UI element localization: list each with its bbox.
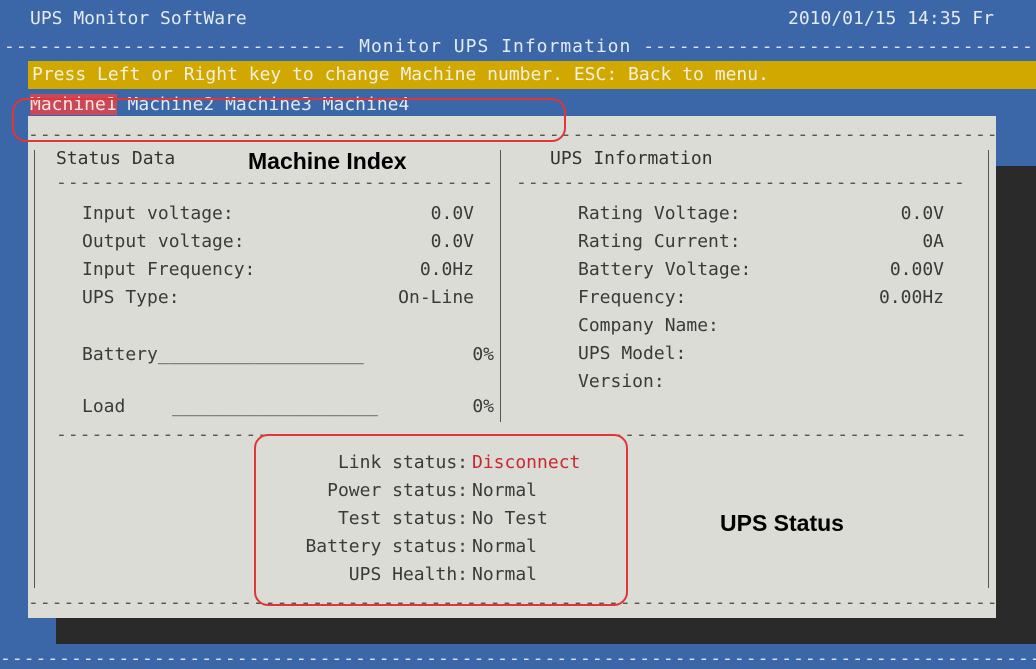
ups-type-value: On-Line [398, 287, 474, 308]
rating-voltage-value: 0.0V [900, 203, 944, 224]
input-frequency-value: 0.0Hz [419, 259, 474, 280]
status-data-title: Status Data [56, 148, 176, 169]
battery-label: Battery [82, 344, 158, 365]
column-divider [500, 150, 501, 422]
info-title-underline: ----------------------------------------… [516, 172, 964, 193]
version-label: Version: [578, 371, 665, 392]
frequency-label: Frequency: [578, 287, 687, 308]
header-dashes-right: ----------------------------------- [631, 36, 1036, 57]
machine-index-annotation: Machine Index [248, 148, 407, 174]
load-bar: ___________________ [172, 396, 378, 417]
hint-text: Press Left or Right key to change Machin… [32, 64, 769, 85]
battery-voltage-value: 0.00V [889, 259, 944, 280]
ups-status-annotation: UPS Status [720, 510, 844, 536]
header-line: ----------------------------- Monitor UP… [4, 36, 1036, 58]
machine-index-highlight [12, 98, 566, 142]
frequency-value: 0.00Hz [878, 287, 944, 308]
panel-right-border [988, 150, 989, 588]
rating-current-label: Rating Current: [578, 231, 741, 252]
battery-gauge: Battery___________________ [82, 344, 364, 366]
battery-value: 0% [472, 344, 494, 365]
load-value: 0% [472, 396, 494, 417]
rating-voltage-label: Rating Voltage: [578, 203, 741, 224]
header-title: Monitor UPS Information [359, 36, 632, 57]
app-title: UPS Monitor SoftWare [30, 8, 247, 29]
input-voltage-value: 0.0V [430, 203, 474, 224]
ups-model-label: UPS Model: [578, 343, 687, 364]
input-frequency-label: Input Frequency: [82, 259, 256, 280]
battery-voltage-label: Battery Voltage: [578, 259, 752, 280]
input-voltage-label: Input voltage: [82, 203, 234, 224]
panel-left-border [34, 150, 35, 588]
load-label: Load [82, 396, 126, 417]
battery-bar: ___________________ [157, 344, 364, 365]
output-voltage-value: 0.0V [430, 231, 474, 252]
output-voltage-label: Output voltage: [82, 231, 245, 252]
company-name-label: Company Name: [578, 315, 719, 336]
ups-type-label: UPS Type: [82, 287, 180, 308]
ups-status-highlight [254, 434, 628, 606]
rating-current-value: 0A [922, 231, 944, 252]
ups-info-title: UPS Information [550, 148, 713, 169]
hint-bar: Press Left or Right key to change Machin… [28, 61, 1036, 89]
header-dashes-left: ----------------------------- [4, 36, 360, 57]
status-title-underline: ----------------------------------------… [56, 172, 496, 193]
datetime: 2010/01/15 14:35 Fr [788, 8, 994, 29]
